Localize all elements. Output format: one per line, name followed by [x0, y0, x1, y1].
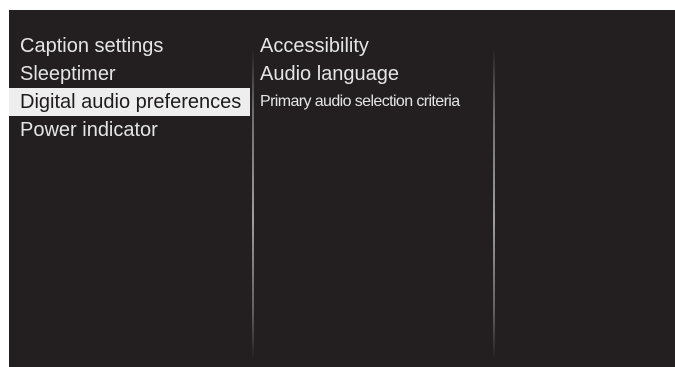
menu-column-level2: Accessibility Audio language Primary aud… — [259, 10, 494, 367]
menu-list-level1: Caption settings Sleeptimer Digital audi… — [9, 32, 250, 144]
menu-item-primary-audio-selection-criteria[interactable]: Primary audio selection criteria — [259, 88, 494, 116]
menu-item-caption-settings[interactable]: Caption settings — [9, 32, 250, 60]
menu-item-power-indicator[interactable]: Power indicator — [9, 116, 250, 144]
menu-item-accessibility[interactable]: Accessibility — [259, 32, 494, 60]
menu-item-sleeptimer[interactable]: Sleeptimer — [9, 60, 250, 88]
menu-column-level3 — [499, 10, 675, 367]
column-divider — [252, 48, 254, 359]
menu-column-level1: Caption settings Sleeptimer Digital audi… — [9, 10, 250, 367]
menu-list-level2: Accessibility Audio language Primary aud… — [259, 32, 494, 116]
column-divider — [493, 48, 495, 359]
menu-item-audio-language[interactable]: Audio language — [259, 60, 494, 88]
tv-settings-screen: Caption settings Sleeptimer Digital audi… — [9, 10, 675, 367]
menu-item-digital-audio-preferences[interactable]: Digital audio preferences — [9, 88, 250, 116]
